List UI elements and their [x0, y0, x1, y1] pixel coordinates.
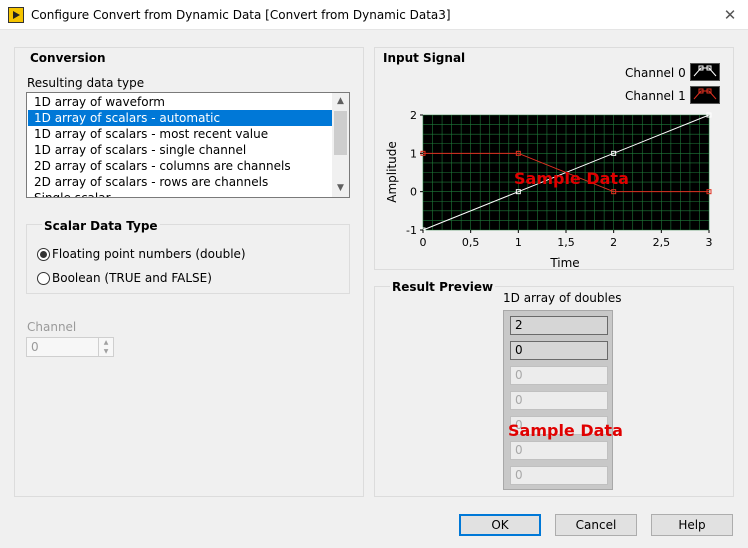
array-element-6[interactable]: 0 — [510, 466, 608, 485]
x-tick-label: 1,5 — [557, 236, 575, 249]
array-element-0[interactable]: 2 — [510, 316, 608, 335]
x-tick-label: 0,5 — [462, 236, 480, 249]
list-item-1-selected[interactable]: 1D array of scalars - automatic — [28, 110, 333, 126]
channel-spinbox[interactable]: 0 ▲ ▼ — [26, 337, 114, 357]
ok-button[interactable]: OK — [459, 514, 541, 536]
x-tick-label: 0 — [420, 236, 427, 249]
resulting-data-type-list[interactable]: 1D array of waveform 1D array of scalars… — [26, 92, 350, 198]
input-signal-chart: 0 0,5 1 1,5 2 2,5 3-1012 Time Amplitude — [385, 109, 713, 268]
chart-xlabel: Time — [549, 256, 579, 268]
array-label: 1D array of doubles — [503, 291, 622, 305]
x-tick-label: 2 — [610, 236, 617, 249]
y-tick-label: 1 — [410, 147, 417, 160]
input-signal-title: Input Signal — [383, 51, 466, 65]
array-element-2[interactable]: 0 — [510, 366, 608, 385]
result-preview-title: Result Preview — [390, 280, 496, 294]
title-bar: Configure Convert from Dynamic Data [Con… — [0, 0, 748, 30]
list-item-6[interactable]: Single scalar — [28, 190, 333, 197]
spin-up-icon[interactable]: ▲ — [99, 338, 113, 347]
boolean-label[interactable]: Boolean (TRUE and FALSE) — [52, 271, 212, 285]
channel-value[interactable]: 0 — [31, 340, 39, 354]
cancel-button[interactable]: Cancel — [555, 514, 637, 536]
result-array: 2 0 0 0 0 0 0 — [503, 310, 613, 490]
list-item-3[interactable]: 1D array of scalars - single channel — [28, 142, 333, 158]
channel-label: Channel — [27, 320, 77, 334]
scroll-down-icon[interactable]: ▼ — [332, 180, 349, 197]
resulting-data-type-label: Resulting data type — [27, 76, 145, 90]
legend-channel-1-label: Channel 1 — [625, 89, 686, 103]
labview-app-icon — [8, 7, 24, 23]
legend-channel-0-label: Channel 0 — [625, 66, 686, 80]
legend-channel-1-swatch[interactable] — [690, 86, 720, 104]
y-tick-label: 2 — [410, 109, 417, 122]
scalar-data-type-title: Scalar Data Type — [42, 219, 160, 233]
x-tick-label: 1 — [515, 236, 522, 249]
chart-ylabel: Amplitude — [385, 141, 399, 203]
array-element-1[interactable]: 0 — [510, 341, 608, 360]
y-tick-label: 0 — [410, 186, 417, 199]
close-icon[interactable]: ✕ — [721, 6, 739, 24]
list-scrollbar[interactable]: ▲ ▼ — [332, 93, 349, 197]
list-item-5[interactable]: 2D array of scalars - rows are channels — [28, 174, 333, 190]
scroll-up-icon[interactable]: ▲ — [332, 93, 349, 110]
spin-down-icon[interactable]: ▼ — [99, 347, 113, 356]
conversion-group-title: Conversion — [30, 51, 106, 65]
x-tick-label: 2,5 — [653, 236, 671, 249]
list-item-4[interactable]: 2D array of scalars - columns are channe… — [28, 158, 333, 174]
chart-watermark: Sample Data — [514, 169, 629, 188]
floating-point-label[interactable]: Floating point numbers (double) — [52, 247, 246, 261]
radio-boolean[interactable] — [37, 272, 50, 285]
preview-watermark: Sample Data — [508, 421, 623, 440]
radio-floating-point[interactable] — [37, 248, 50, 261]
array-element-5[interactable]: 0 — [510, 441, 608, 460]
scroll-thumb[interactable] — [334, 111, 347, 155]
legend-channel-0-swatch[interactable] — [690, 63, 720, 81]
list-item-0[interactable]: 1D array of waveform — [28, 94, 333, 110]
help-button[interactable]: Help — [651, 514, 733, 536]
array-element-3[interactable]: 0 — [510, 391, 608, 410]
channel-spin-buttons: ▲ ▼ — [98, 338, 113, 356]
y-tick-label: -1 — [406, 224, 417, 237]
list-item-2[interactable]: 1D array of scalars - most recent value — [28, 126, 333, 142]
x-tick-label: 3 — [706, 236, 713, 249]
window-title: Configure Convert from Dynamic Data [Con… — [31, 8, 451, 22]
